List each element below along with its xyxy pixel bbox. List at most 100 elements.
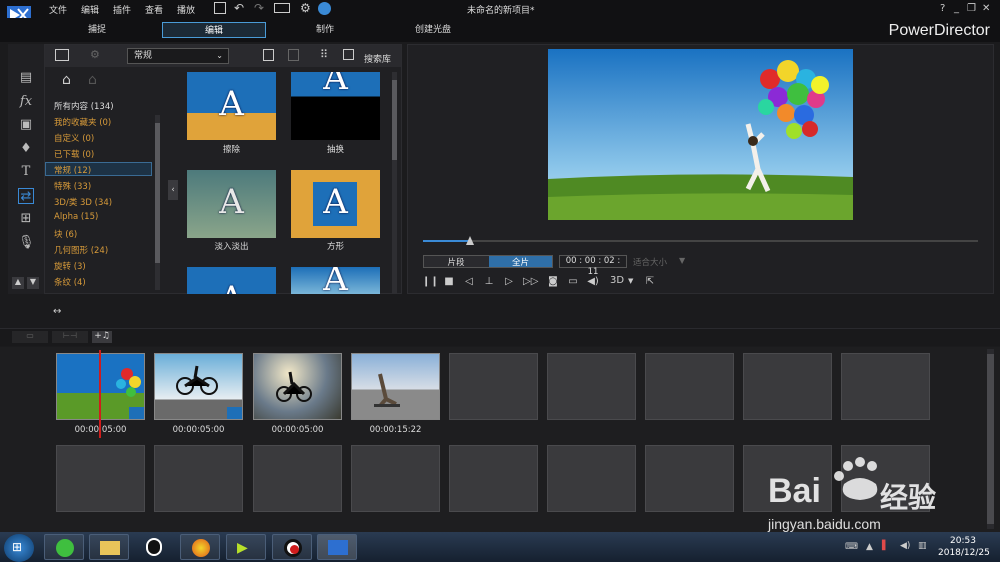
settings-gear-icon[interactable]: ⚙ <box>300 1 311 15</box>
category-scrollbar[interactable] <box>155 115 160 290</box>
scroll-up-icon[interactable]: ▲ <box>12 277 24 289</box>
category-alpha[interactable]: Alpha (15) <box>54 212 98 222</box>
save-icon[interactable] <box>214 2 226 14</box>
restore-button[interactable]: ❐ <box>967 3 976 14</box>
category-downloaded[interactable]: 已下载 (0) <box>54 148 94 160</box>
fx-room-icon[interactable]: fx <box>18 94 34 110</box>
expand-icon[interactable] <box>343 49 354 60</box>
storyboard-empty-slot[interactable] <box>56 445 145 512</box>
segment-movie-button[interactable]: 全片 <box>489 256 552 268</box>
help-button[interactable]: ? <box>940 3 945 14</box>
storyboard-empty-slot[interactable] <box>449 353 538 420</box>
subtitle-icon[interactable]: ▭ <box>566 275 580 289</box>
transition-thumb-6[interactable]: A <box>291 267 380 294</box>
split-icon[interactable]: ⊥ <box>482 275 496 289</box>
undo-icon[interactable]: ↶ <box>234 1 244 15</box>
category-geometric[interactable]: 几何图形 (24) <box>54 244 108 256</box>
scroll-down-icon[interactable]: ▼ <box>27 277 39 289</box>
tab-capture[interactable]: 捕捉 <box>60 22 134 38</box>
segment-clip-button[interactable]: 片段 <box>424 256 488 268</box>
minimize-button[interactable]: _ <box>954 3 959 14</box>
track-view-icon[interactable]: ⊢⊣ <box>52 331 88 343</box>
add-to-timeline-icon[interactable] <box>263 49 274 61</box>
category-favorites[interactable]: 我的收藏夹 (0) <box>54 116 111 128</box>
transition-thumb-swap[interactable]: A <box>291 72 380 140</box>
tab-produce[interactable]: 制作 <box>290 22 360 38</box>
storyboard-empty-slot[interactable] <box>645 353 734 420</box>
storyboard-empty-slot[interactable] <box>547 445 636 512</box>
prev-frame-icon[interactable]: ◁ <box>462 275 476 289</box>
storyboard-empty-slot[interactable] <box>645 445 734 512</box>
taskbar-app-explorer[interactable] <box>89 534 129 560</box>
category-special[interactable]: 特殊 (33) <box>54 180 91 192</box>
storyboard-clip-2[interactable] <box>154 353 243 420</box>
stop-icon[interactable]: ■ <box>442 275 456 289</box>
transition-thumb-wipe[interactable]: A <box>187 72 276 140</box>
voiceover-mic-icon[interactable]: 🎙 <box>18 235 35 251</box>
undock-preview-icon[interactable]: ⇱ <box>643 275 657 289</box>
category-rotate[interactable]: 旋转 (3) <box>54 260 86 272</box>
close-button[interactable]: ✕ <box>982 3 990 14</box>
title-room-icon[interactable]: T <box>18 164 34 180</box>
volume-tray-icon[interactable]: ◀) <box>900 541 910 551</box>
taskbar-app-firefox[interactable] <box>180 534 220 560</box>
menu-view[interactable]: 查看 <box>145 3 163 16</box>
category-custom[interactable]: 自定义 (0) <box>54 132 94 144</box>
category-all[interactable]: 所有内容 (134) <box>54 100 114 112</box>
taskbar-app-editor[interactable]: ▶ <box>226 534 266 560</box>
3d-mode-button[interactable]: 3D <box>610 275 624 286</box>
transition-thumb-square[interactable]: A <box>291 170 380 238</box>
tab-edit[interactable]: 编辑 <box>162 22 266 38</box>
pause-icon[interactable]: ❙❙ <box>422 275 439 289</box>
search-library-button[interactable]: 搜索库 <box>364 52 391 65</box>
category-select[interactable]: 常规 ⌄ <box>127 48 229 64</box>
category-3d[interactable]: 3D/类 3D (34) <box>54 196 112 208</box>
playhead-marker[interactable] <box>99 350 101 438</box>
category-general[interactable]: 常规 (12) <box>54 164 91 176</box>
storyboard-view-icon[interactable]: +♫ <box>92 331 112 343</box>
security-tray-icon[interactable]: ▌ <box>882 541 889 551</box>
storyboard-empty-slot[interactable] <box>841 353 930 420</box>
storyboard-empty-slot[interactable] <box>743 353 832 420</box>
plugin-icon[interactable]: ⚙ <box>90 48 100 61</box>
taskbar-app-360[interactable] <box>44 534 84 560</box>
fit-size-select[interactable]: 适合大小 <box>633 256 667 268</box>
category-stripe[interactable]: 条纹 (4) <box>54 276 86 288</box>
timecode-display[interactable]: 00 : 00 : 02 : 11 <box>559 255 627 277</box>
storyboard-clip-4[interactable] <box>351 353 440 420</box>
preview-scrub-track[interactable] <box>423 240 978 242</box>
volume-icon[interactable]: ◀) <box>586 275 600 289</box>
storyboard-empty-slot[interactable] <box>449 445 538 512</box>
tag-add-icon[interactable]: ⌂ <box>62 72 71 88</box>
next-frame-icon[interactable]: ▷ <box>502 275 516 289</box>
pip-room-icon[interactable]: ▣ <box>18 117 34 133</box>
menu-file[interactable]: 文件 <box>49 3 67 16</box>
tray-expand-icon[interactable]: ▲ <box>866 542 873 552</box>
redo-icon[interactable]: ↷ <box>254 1 264 15</box>
clock-time[interactable]: 20:53 <box>950 536 976 546</box>
aspect-ratio-icon[interactable] <box>274 3 290 13</box>
transition-room-icon[interactable]: ⇄ <box>18 188 34 204</box>
menu-plugins[interactable]: 插件 <box>113 3 131 16</box>
collapse-panel-icon[interactable]: ‹ <box>168 180 178 200</box>
taskbar-app-qq[interactable] <box>134 534 174 560</box>
favorite-add-icon[interactable] <box>288 49 299 61</box>
transition-thumb-fade[interactable]: A <box>187 170 276 238</box>
import-icon[interactable] <box>55 49 69 61</box>
particle-room-icon[interactable]: ♦ <box>18 141 34 157</box>
category-block[interactable]: 块 (6) <box>54 228 77 240</box>
account-icon[interactable] <box>318 2 331 15</box>
fit-timeline-icon[interactable]: ↔ <box>53 306 61 317</box>
menu-play[interactable]: 播放 <box>177 3 195 16</box>
network-tray-icon[interactable]: ▥ <box>918 541 927 551</box>
tag-remove-icon[interactable]: ⌂ <box>88 72 97 88</box>
fast-forward-icon[interactable]: ▷▷ <box>523 275 538 289</box>
clock-date[interactable]: 2018/12/25 <box>938 548 990 558</box>
transition-thumb-5[interactable]: A <box>187 267 276 294</box>
menu-edit[interactable]: 编辑 <box>81 3 99 16</box>
snapshot-camera-icon[interactable]: ◙ <box>546 275 560 289</box>
storyboard-empty-slot[interactable] <box>253 445 342 512</box>
storyboard-empty-slot[interactable] <box>351 445 440 512</box>
storyboard-empty-slot[interactable] <box>154 445 243 512</box>
tab-create-disc[interactable]: 创建光盘 <box>395 22 471 38</box>
